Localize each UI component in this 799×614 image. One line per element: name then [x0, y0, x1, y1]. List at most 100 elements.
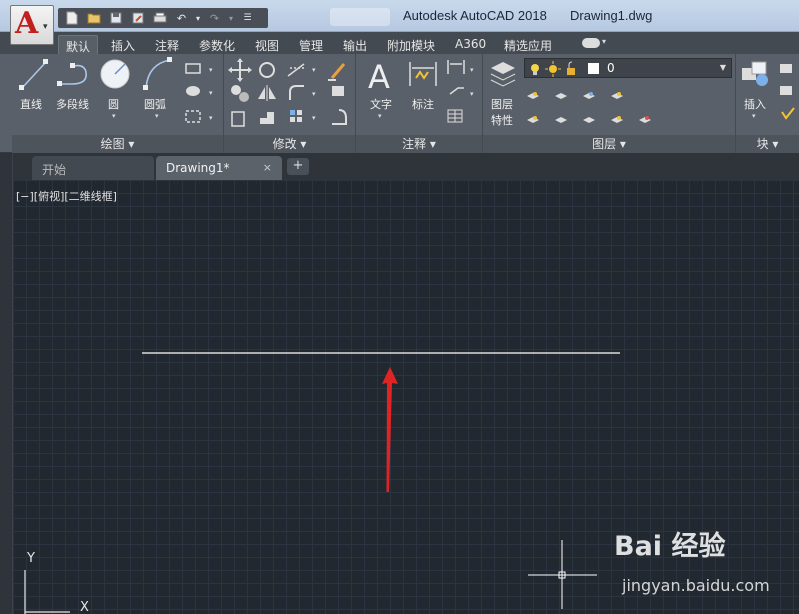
unlock-icon [567, 61, 575, 75]
tool-arc-label[interactable]: 圆弧 [144, 96, 166, 112]
arc-icon [143, 57, 172, 90]
array-icon [332, 86, 344, 96]
customize-icon[interactable]: ☰ [238, 10, 257, 26]
panel-annotation-title[interactable]: 注释 ▾ [356, 135, 482, 153]
leader-icon [449, 87, 464, 95]
chevron-down-icon: ▼ [719, 63, 726, 72]
document-title: Drawing1.dwg [570, 8, 653, 23]
insert-dropdown-icon[interactable]: ▾ [752, 112, 756, 120]
layer-dropdown[interactable]: 0 ▼ [524, 58, 732, 78]
tool-line-label[interactable]: 直线 [20, 96, 42, 112]
tab-annotate[interactable]: 注释 [148, 35, 186, 54]
tool-dimension-label[interactable]: 标注 [412, 96, 434, 112]
current-layer-value: 0 [607, 61, 615, 75]
close-icon[interactable]: × [263, 161, 272, 174]
tab-manage[interactable]: 管理 [292, 35, 330, 54]
undo-dropdown-icon[interactable]: ▾ [194, 10, 202, 26]
block-tools-graphics [742, 61, 795, 120]
file-tab-bar: 开始 Drawing1* × [0, 153, 799, 180]
tab-default[interactable]: 默认 [58, 35, 99, 54]
new-tab-button[interactable]: + [287, 158, 309, 175]
open-icon[interactable] [84, 10, 103, 26]
tab-output[interactable]: 输出 [336, 35, 374, 54]
undo-icon[interactable]: ↶ [172, 10, 191, 26]
move-icon [228, 58, 252, 82]
panel-modify-title-text: 修改 [272, 137, 297, 151]
baidu-watermark-url: jingyan.baidu.com [622, 576, 770, 595]
dimension-icon [409, 62, 437, 86]
circle-icon [100, 59, 130, 89]
tool-polyline-label[interactable]: 多段线 [56, 96, 89, 112]
tab-drawing1[interactable]: Drawing1* × [156, 156, 282, 180]
attribute-icon [781, 107, 795, 120]
gradient-icon [185, 110, 201, 123]
layer-properties-icon [490, 62, 516, 87]
viewport-controls[interactable]: [−][俯视][二维线框] [16, 188, 117, 204]
tool-text-label[interactable]: 文字 [370, 96, 392, 112]
chevron-down-icon[interactable]: ▾ [602, 37, 606, 46]
trim-icon [287, 63, 305, 77]
line-icon [19, 59, 48, 90]
application-menu-button[interactable]: A ▾ [10, 5, 54, 45]
quick-access-toolbar: ↶ ▾ ↷ ▾ ☰ [58, 8, 268, 28]
lightbulb-icon [531, 64, 539, 75]
saveas-icon[interactable] [128, 10, 147, 26]
tab-drawing1-label: Drawing1* [166, 161, 230, 175]
mirror-icon [258, 85, 276, 101]
autocad-logo-icon: A [15, 6, 39, 41]
cloud-icon[interactable] [582, 38, 600, 48]
save-icon[interactable] [106, 10, 125, 26]
tab-featured-apps[interactable]: 精选应用 [497, 35, 559, 54]
draw-tools-graphics: ▾ ▾ ▾ [19, 57, 213, 123]
tab-insert[interactable]: 插入 [104, 35, 142, 54]
tab-view[interactable]: 视图 [248, 35, 286, 54]
panel-draw: ▾ ▾ ▾ 直线 多段线 圆 圆弧 ▾ ▾ 绘图 ▾ [12, 54, 224, 153]
panel-modify: ▾ ▾ ▾ 修改 ▾ [224, 54, 356, 153]
ribbon-tab-bar: 默认 插入 注释 参数化 视图 管理 输出 附加模块 A360 精选应用 [0, 32, 799, 54]
panel-annotation-title-text: 注释 [402, 137, 427, 151]
panel-modify-title[interactable]: 修改 ▾ [224, 135, 355, 153]
svg-text:▾: ▾ [470, 66, 474, 74]
svg-text:▾: ▾ [312, 114, 316, 122]
tab-start[interactable]: 开始 [32, 156, 154, 180]
layer-properties-label-1[interactable]: 图层 [491, 96, 513, 112]
autocad-window: ↶ ▾ ↷ ▾ ☰ Autodesk AutoCAD 2018 Drawing1… [0, 0, 799, 614]
tab-a360[interactable]: A360 [448, 35, 493, 54]
scale-icon [260, 112, 274, 124]
layer-tools-row1 [527, 93, 623, 99]
polyline-icon [57, 63, 88, 86]
panel-layers-title[interactable]: 图层 ▾ [483, 135, 735, 153]
tab-parametric[interactable]: 参数化 [192, 35, 242, 54]
panel-draw-title[interactable]: 绘图 ▾ [12, 135, 223, 153]
text-dropdown-icon[interactable]: ▾ [378, 112, 382, 120]
linear-dim-icon [447, 60, 465, 74]
ucs-x-label: X [80, 600, 89, 614]
insert-block-icon [742, 61, 768, 86]
panel-block-title[interactable]: 块 ▾ [736, 135, 799, 153]
redo-dropdown-icon[interactable]: ▾ [227, 10, 235, 26]
app-title: Autodesk AutoCAD 2018 [403, 8, 547, 23]
redo-icon[interactable]: ↷ [205, 10, 224, 26]
panel-annotation: A ▾ ▾ 文字 标注 ▾ 注释 ▾ [356, 54, 483, 153]
edit-block-icon [780, 86, 792, 95]
panel-block: 插入 ▾ 块 ▾ [736, 54, 799, 153]
stretch-icon [231, 111, 245, 127]
modify-tools-graphics: ▾ ▾ ▾ [228, 58, 347, 127]
text-icon: A [368, 58, 390, 96]
svg-text:▾: ▾ [312, 66, 316, 74]
baidu-watermark-logo: Bai 经验 [614, 531, 726, 562]
annotation-tools-graphics: A ▾ ▾ [368, 58, 474, 123]
new-icon[interactable] [62, 10, 81, 26]
tool-circle-label[interactable]: 圆 [108, 96, 119, 112]
arc-dropdown-icon[interactable]: ▾ [155, 112, 159, 120]
plot-icon[interactable] [150, 10, 169, 26]
background-taskbar-tab [330, 8, 390, 26]
insert-block-label[interactable]: 插入 [744, 96, 766, 112]
layer-properties-label-2[interactable]: 特性 [491, 112, 513, 128]
tab-addins[interactable]: 附加模块 [380, 35, 442, 54]
tab-start-label: 开始 [42, 163, 67, 177]
table-icon [447, 109, 463, 123]
layer-tools-row2 [527, 117, 651, 123]
array-grid-icon [290, 110, 302, 122]
circle-dropdown-icon[interactable]: ▾ [112, 112, 116, 120]
